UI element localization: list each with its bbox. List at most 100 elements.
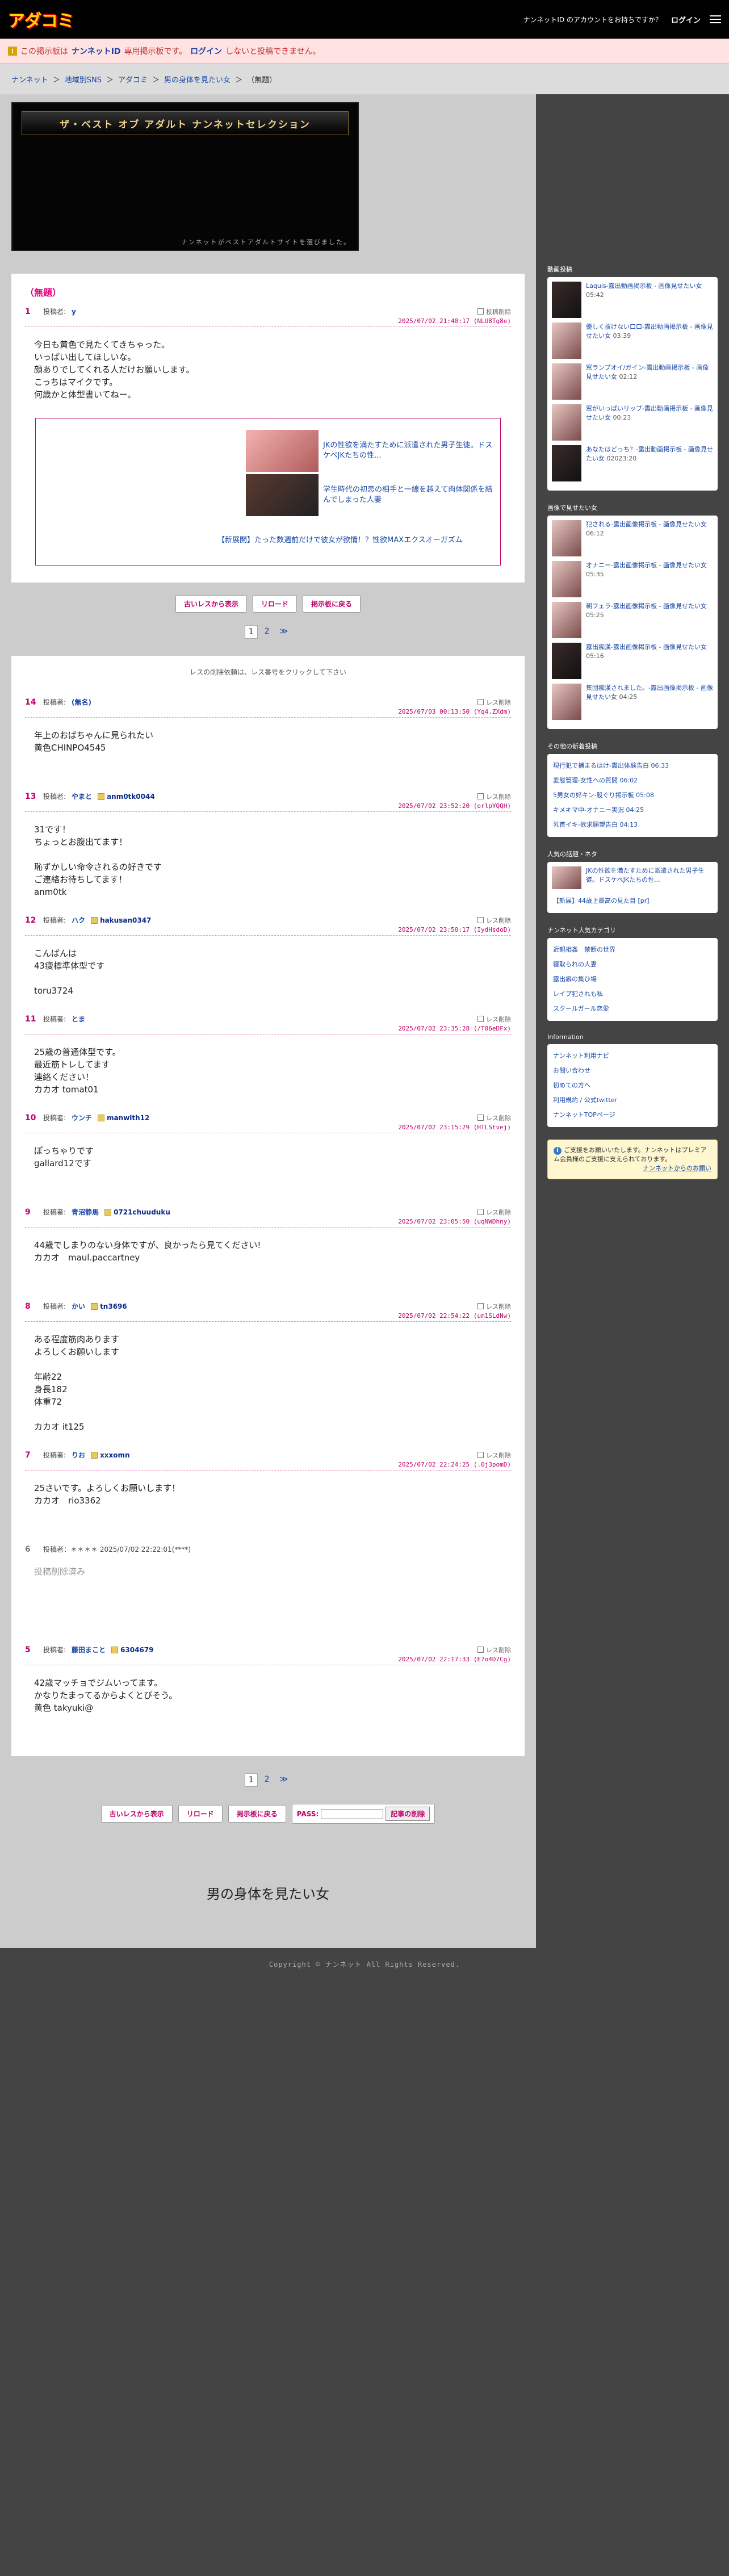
post-number[interactable]: 7 [25, 1451, 37, 1460]
side-item[interactable]: 露出痴漢-露出画像掲示板 - 画像見せたい女 05:16 [552, 643, 713, 679]
breadcrumb-board[interactable]: 男の身体を見たい女 [164, 74, 231, 85]
reload-button[interactable]: リロード [178, 1805, 223, 1823]
delete-checkbox[interactable]: レス削除 [477, 1645, 511, 1654]
side-item[interactable]: 窓がいっぱいリップ-露出動画掲示板 - 画像見せたい女 00:23 [552, 404, 713, 441]
side-link[interactable]: 利用規約 / 公式twitter [552, 1093, 713, 1108]
delete-checkbox[interactable]: レス削除 [477, 1302, 511, 1311]
delete-checkbox[interactable]: レス削除 [477, 1208, 511, 1217]
back-button[interactable]: 掲示板に戻る [228, 1805, 286, 1823]
page-1[interactable]: 1 [244, 625, 258, 639]
side-link[interactable]: 5男女の好キン-股ぐり掲示板 05:08 [552, 788, 713, 803]
page-2[interactable]: 2 [261, 1773, 273, 1787]
side-link[interactable]: キメキマ中-オナニー実況 04:25 [552, 803, 713, 818]
delete-checkbox[interactable]: レス削除 [477, 1451, 511, 1460]
side-thumb[interactable] [552, 602, 581, 638]
side-thumb[interactable] [552, 643, 581, 679]
ad-thumb[interactable] [246, 430, 319, 472]
side-link[interactable]: お問い合わせ [552, 1063, 713, 1078]
side-time: 02:12 [619, 373, 638, 380]
page-next[interactable]: ≫ [276, 625, 292, 639]
page-next[interactable]: ≫ [276, 1773, 292, 1787]
side-thumb[interactable] [552, 282, 581, 318]
side-item[interactable]: 優しく抜けない口口-露出動画掲示板 - 画像見せたい女 03:39 [552, 322, 713, 359]
side-item[interactable]: オナニー-露出画像掲示板 - 画像見せたい女 05:35 [552, 561, 713, 597]
side-link[interactable]: ナンネット利用ナビ [552, 1049, 713, 1063]
post-number[interactable]: 6 [25, 1545, 37, 1554]
reply-post: 5 投稿者: 藤田まこと 6304679 レス削除 2025/07/02 22:… [25, 1645, 511, 1733]
post-number[interactable]: 5 [25, 1645, 37, 1654]
topic-thumb [552, 866, 581, 889]
breadcrumb-sns[interactable]: 地域別SNS [65, 74, 102, 85]
notice-login-link[interactable]: ログイン [190, 45, 222, 57]
side-item[interactable]: Laquis-露出動画掲示板 - 画像見せたい女 05:42 [552, 282, 713, 318]
ad-thumb[interactable] [246, 474, 319, 516]
breadcrumb-home[interactable]: ナンネット [11, 74, 48, 85]
side-thumb[interactable] [552, 445, 581, 481]
pass-input[interactable] [321, 1808, 384, 1819]
side-link: 露出痴漢-露出画像掲示板 - 画像見せたい女 [586, 643, 707, 651]
side-link[interactable]: スクールガール恋愛 [552, 1002, 713, 1016]
post-number[interactable]: 10 [25, 1113, 37, 1122]
pager-bottom: 1 2 ≫ [11, 1773, 525, 1787]
side-thumb[interactable] [552, 520, 581, 556]
post-number[interactable]: 8 [25, 1302, 37, 1311]
side-link[interactable]: 初めての方へ [552, 1078, 713, 1093]
side-thumb[interactable] [552, 322, 581, 359]
post-number[interactable]: 11 [25, 1015, 37, 1024]
side-link[interactable]: 乳首イキ-欲求願望告白 04:13 [552, 818, 713, 832]
delete-checkbox[interactable]: レス削除 [477, 698, 511, 707]
side-item[interactable]: あなたはどっち？-露出動画掲示板 - 画像見せたい女 02023:20 [552, 445, 713, 481]
side-link[interactable]: 寝取られの人妻 [552, 957, 713, 972]
site-logo[interactable]: アダコミ [8, 7, 74, 32]
page-2[interactable]: 2 [261, 625, 273, 639]
ad-block[interactable]: JKの性欲を満たすために派遣された男子生徒。ドスケベJKたちの性... 学生時代… [35, 418, 501, 566]
selection-banner[interactable]: ザ・ベスト オブ アダルト ナンネットセレクション ナンネットがベストアダルトサ… [11, 102, 359, 251]
back-button[interactable]: 掲示板に戻る [303, 595, 361, 613]
side-link[interactable]: 現行犯で捕まるはけ-露出体験告白 06:33 [552, 759, 713, 773]
side-thumb[interactable] [552, 684, 581, 720]
post-number[interactable]: 12 [25, 916, 37, 925]
topic-footer-link[interactable]: 【新展】44歳上最高の見た目 [pr] [552, 894, 713, 908]
bottom-actions: 古いレスから表示 リロード 掲示板に戻る PASS: 記事の削除 [11, 1804, 525, 1824]
side-link[interactable]: 近親相姦 禁断の世界 [552, 943, 713, 957]
reload-button[interactable]: リロード [252, 595, 297, 613]
ad-link[interactable]: JKの性欲を満たすために派遣された男子生徒。ドスケベJKたちの性... [319, 441, 500, 461]
delete-checkbox[interactable]: レス削除 [477, 1015, 511, 1024]
side-item[interactable]: 朝フェラ-露出画像掲示板 - 画像見せたい女 05:25 [552, 602, 713, 638]
breadcrumb-adacomi[interactable]: アダコミ [118, 74, 148, 85]
side-item[interactable]: 窓ランプオイ/ガイン-露出動画掲示板 - 画像見せたい女 02:12 [552, 363, 713, 400]
post-meta: 2025/07/02 22:17:33 (E7o4D7Cg) [25, 1654, 511, 1665]
page-1[interactable]: 1 [244, 1773, 258, 1787]
side-link[interactable]: レイプ犯されも私 [552, 987, 713, 1002]
post-number[interactable]: 13 [25, 792, 37, 801]
side-link[interactable]: 変態管理-女性への質問 06:02 [552, 773, 713, 788]
delete-checkbox[interactable]: レス削除 [477, 792, 511, 801]
post-number[interactable]: 14 [25, 698, 37, 707]
delete-checkbox[interactable]: レス削除 [477, 916, 511, 925]
show-old-button[interactable]: 古いレスから表示 [175, 595, 247, 613]
side-link[interactable]: 露出癖の集ひ場 [552, 972, 713, 987]
delete-checkbox[interactable]: 投稿削除 [477, 307, 511, 316]
ad-link[interactable]: 学生時代の初恋の相手と一線を越えて肉体関係を結んでしまった人妻 [319, 485, 500, 505]
show-old-button[interactable]: 古いレスから表示 [100, 1805, 173, 1823]
premium-link[interactable]: ナンネットからのお願い [554, 1164, 711, 1173]
ad-footer-link[interactable]: 【新展開】たった数週前だけで彼女が欲情！？性欲MAXエクスオーガズム [217, 535, 513, 546]
reply-post: 11 投稿者: とま レス削除 2025/07/02 23:35:28 (/T06eDF… [25, 1014, 511, 1107]
side-link[interactable]: ナンネットTOPページ [552, 1108, 713, 1122]
side-thumb[interactable] [552, 561, 581, 597]
login-link[interactable]: ログイン [671, 14, 701, 25]
side-item[interactable]: 集団痴漢されました。-露出画像掲示板 - 画像見せたい女 04:25 [552, 684, 713, 720]
side-item[interactable]: 犯される-露出画像掲示板 - 画像見せたい女 06:12 [552, 520, 713, 556]
delete-button[interactable]: 記事の削除 [386, 1807, 430, 1821]
post-body: 年上のおばちゃんに見られたい 黄色CHINPO4545 [34, 730, 154, 753]
post-number[interactable]: 9 [25, 1208, 37, 1217]
post-number[interactable]: 1 [25, 307, 37, 316]
delete-checkbox[interactable]: レス削除 [477, 1113, 511, 1122]
side-time: 03:39 [613, 332, 631, 340]
nannet-id-link[interactable]: ナンネットID [72, 45, 121, 57]
post-meta: 2025/07/02 23:52:20 (orlpYQQH) [25, 801, 511, 812]
key-icon [98, 1115, 105, 1121]
side-thumb[interactable] [552, 363, 581, 400]
side-thumb[interactable] [552, 404, 581, 441]
menu-icon[interactable] [710, 15, 721, 23]
